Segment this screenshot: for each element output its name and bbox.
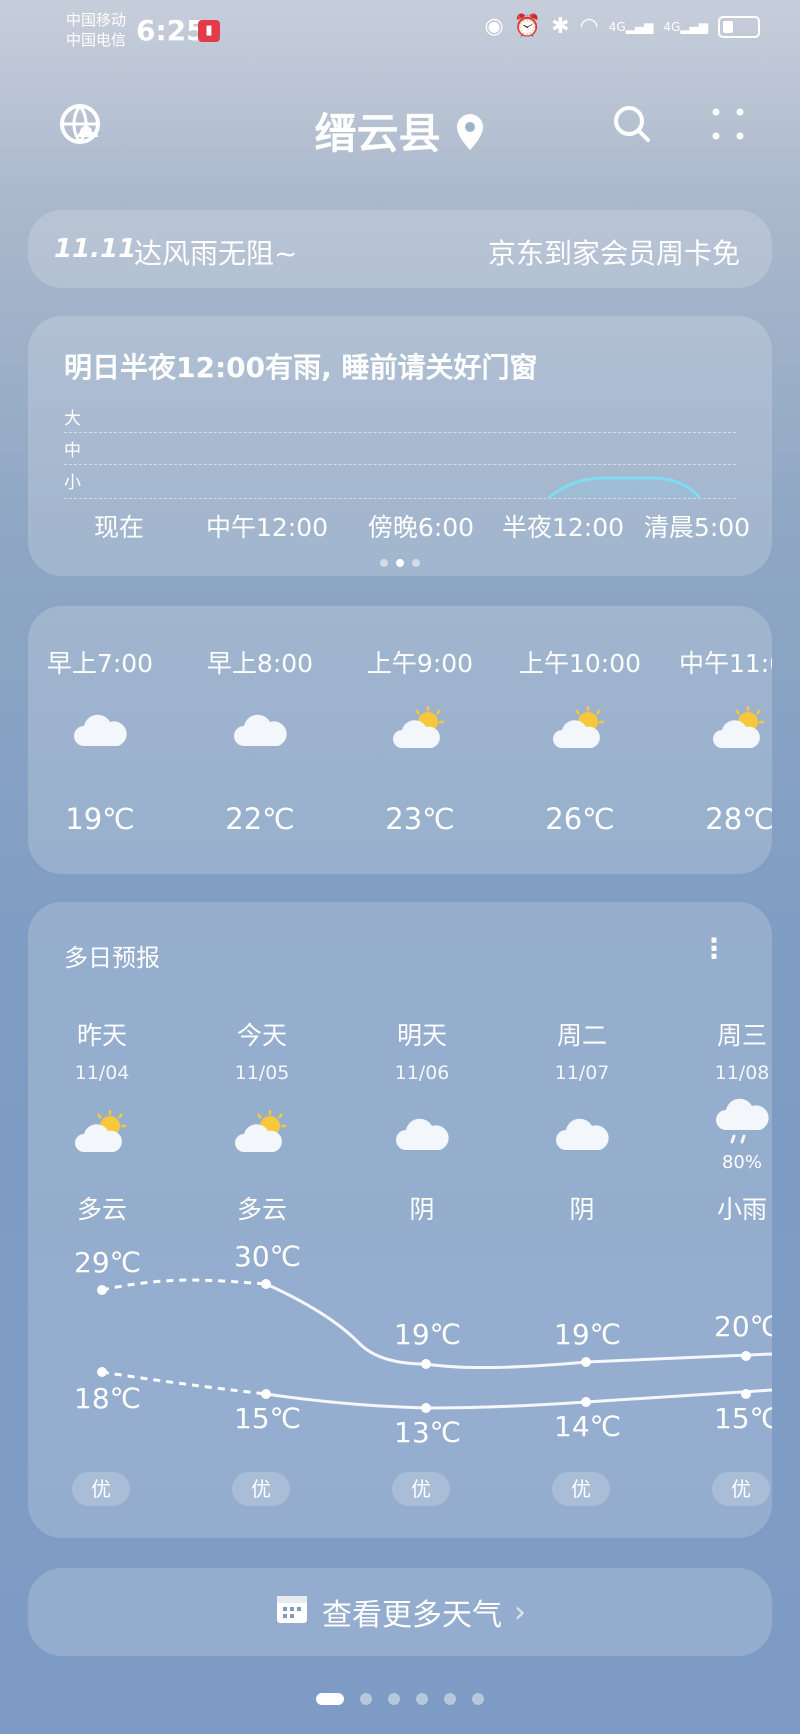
hour-item[interactable]: 中午11:00 28℃: [660, 606, 772, 874]
hour-time: 早上7:00: [46, 649, 154, 678]
high-temp: 20℃: [714, 1310, 772, 1343]
ad-text-left: 达风雨无阻~: [134, 237, 298, 270]
network-type-1: 4G: [608, 19, 626, 34]
carrier-2: 中国电信: [66, 31, 127, 49]
hour-item[interactable]: 早上8:00 22℃: [180, 606, 340, 874]
rain-time-0: 现在: [93, 513, 144, 542]
low-temp: 13℃: [394, 1416, 462, 1449]
chevron-right-icon: ›: [514, 1594, 526, 1630]
hour-time: 早上8:00: [206, 649, 314, 678]
hour-temp: 26℃: [545, 802, 615, 836]
more-menu-icon[interactable]: [704, 100, 752, 148]
rain-forecast-card[interactable]: 明日半夜12:00有雨, 睡前请关好门窗 大 中 小 现在 中午12:00 傍晚…: [28, 316, 772, 576]
hour-temp: 23℃: [385, 802, 455, 836]
status-icons: ◉ ⏰ ✱ ◠ 4G▂▄▆ 4G▂▄▆: [484, 14, 760, 39]
low-temp: 14℃: [554, 1410, 622, 1443]
status-time: 6:25: [136, 14, 206, 47]
high-temp: 19℃: [554, 1318, 622, 1351]
hour-temp: 22℃: [225, 802, 295, 836]
signal-1: 4G▂▄▆: [608, 19, 654, 34]
hour-temp: 19℃: [65, 802, 135, 836]
calendar-icon: [274, 1590, 310, 1634]
multi-day-forecast[interactable]: 多日预报 ⋮ 昨天 11/04 多云 优 今天 11/05 多云 优 明天 11…: [28, 902, 772, 1538]
hour-time: 中午11:00: [678, 649, 772, 678]
location-pin-icon: [455, 112, 485, 162]
signal-2: 4G▂▄▆: [663, 19, 708, 34]
notification-icon: ▮: [198, 20, 220, 42]
hour-item[interactable]: 上午10:00 26℃: [500, 606, 660, 874]
carrier-info: 中国移动 中国电信: [66, 10, 126, 50]
ad-logo: 11.11: [54, 234, 137, 264]
search-icon[interactable]: [608, 100, 656, 148]
rain-time-4: 清晨5:00: [643, 513, 751, 542]
hour-time: 上午10:00: [518, 649, 642, 678]
hour-time: 上午9:00: [366, 649, 474, 678]
city-name: 缙云县: [314, 109, 441, 158]
hour-item[interactable]: 上午9:00 23℃: [340, 606, 500, 874]
city-title[interactable]: 缙云县: [0, 100, 800, 162]
rain-curve: [547, 476, 702, 500]
more-weather-button[interactable]: 查看更多天气 ›: [28, 1568, 772, 1656]
high-temp: 29℃: [74, 1246, 142, 1279]
ad-banner[interactable]: 11.11 达风雨无阻~ 京东到家会员周卡免: [28, 210, 772, 288]
page-indicator[interactable]: [0, 1690, 800, 1709]
cloud-icon: [230, 704, 290, 754]
rain-time-1: 中午12:00: [205, 513, 329, 542]
low-temp: 15℃: [234, 1402, 302, 1435]
rain-time-3: 半夜12:00: [501, 513, 625, 542]
battery-icon: [718, 15, 760, 38]
low-temp: 18℃: [74, 1382, 142, 1415]
alarm-icon: ⏰: [513, 14, 542, 39]
wifi-icon: ◠: [579, 14, 599, 39]
partly-sunny-icon: [550, 704, 610, 754]
ad-text-right: 京东到家会员周卡免: [487, 237, 740, 270]
partly-sunny-icon: [390, 704, 450, 754]
hourly-forecast[interactable]: 早上7:00 19℃ 早上8:00 22℃ 上午9:00 23℃ 上午10:00…: [28, 606, 772, 874]
hour-item[interactable]: 早上7:00 19℃: [28, 606, 180, 874]
more-weather-label: 查看更多天气: [322, 1598, 502, 1633]
partly-sunny-icon: [710, 704, 770, 754]
bluetooth-icon: ✱: [551, 14, 570, 39]
network-type-2: 4G: [663, 19, 681, 34]
high-temp: 30℃: [234, 1240, 302, 1273]
eye-icon: ◉: [484, 14, 504, 39]
carrier-1: 中国移动: [66, 11, 127, 29]
rain-pager: [28, 552, 772, 571]
high-temp: 19℃: [394, 1318, 462, 1351]
cloud-icon: [70, 704, 130, 754]
rain-time-2: 傍晚6:00: [367, 513, 475, 542]
low-temp: 15℃: [714, 1402, 772, 1435]
hour-temp: 28℃: [705, 802, 772, 836]
